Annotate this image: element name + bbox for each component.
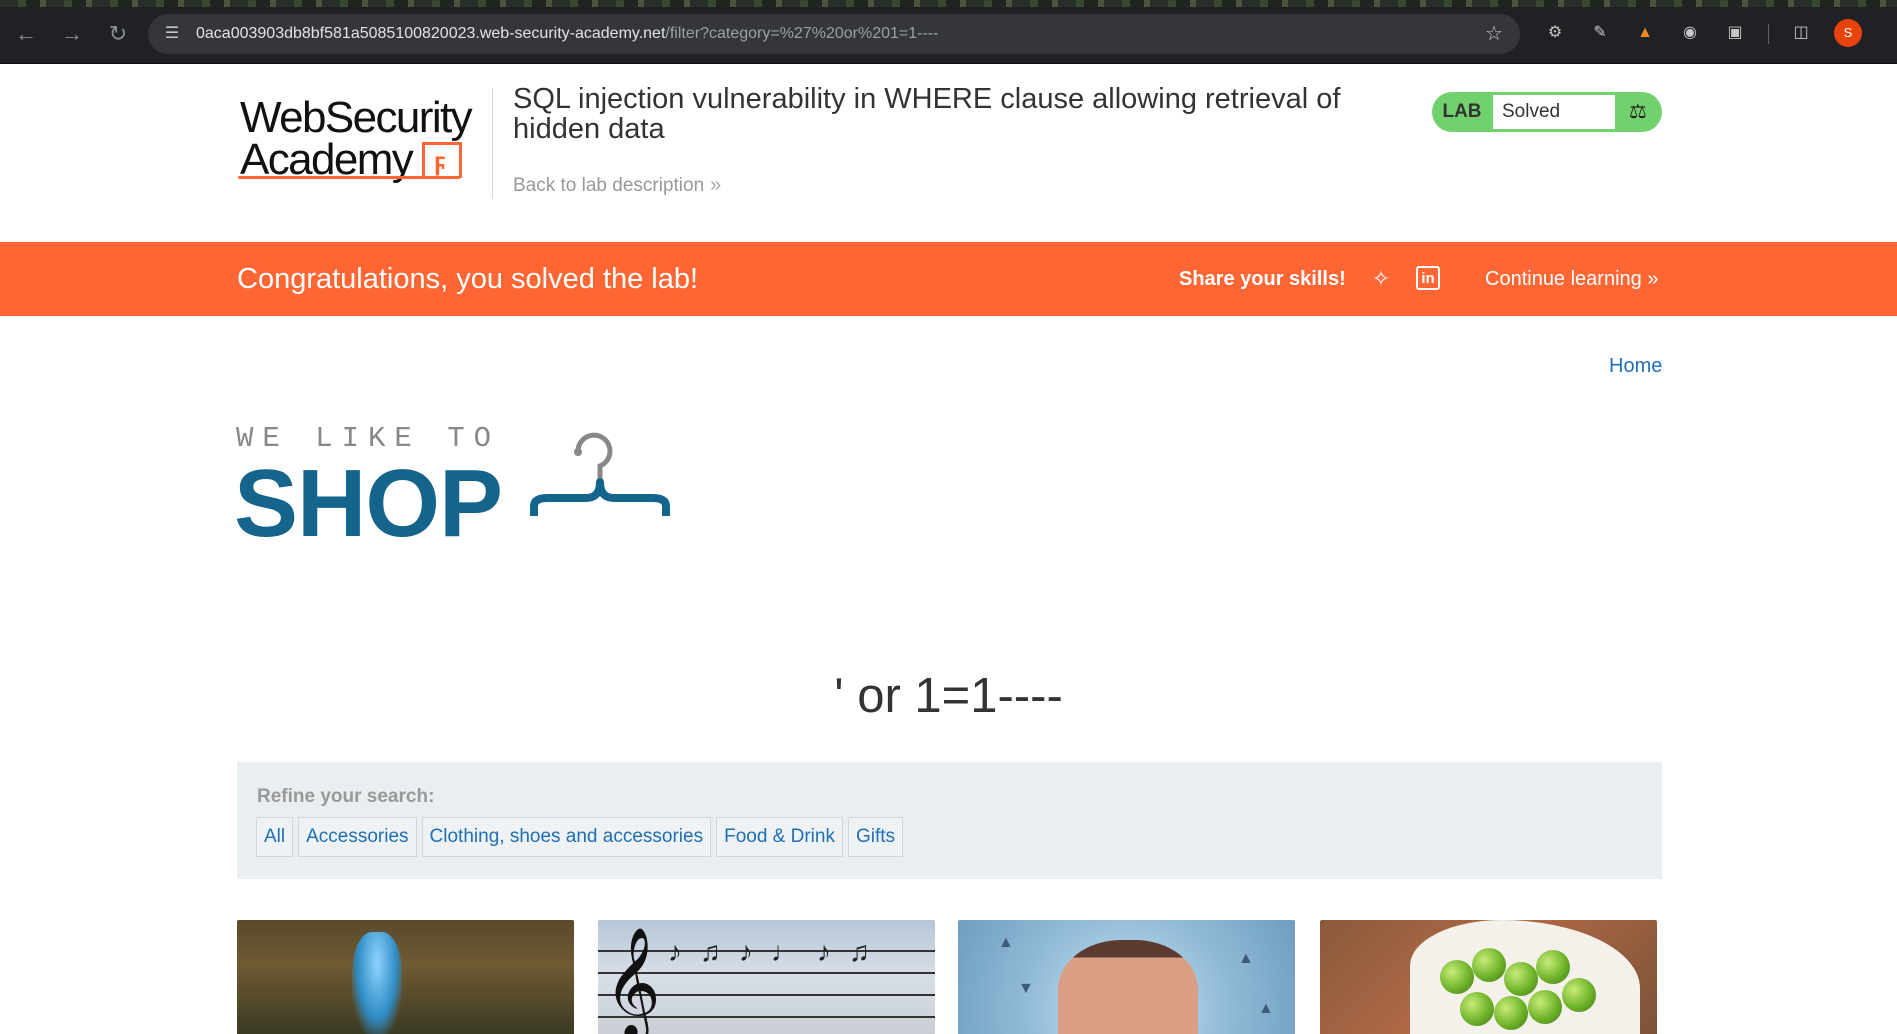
page: WebSecurity Academy ϝ SQL injection vuln…: [0, 64, 1897, 1034]
fox-extension-icon[interactable]: ▲: [1634, 22, 1656, 44]
category-filter-list: All Accessories Clothing, shoes and acce…: [256, 817, 904, 857]
category-filter-food-drink[interactable]: Food & Drink: [716, 817, 843, 857]
url-path: /filter?category=%27%20or%201=1----: [665, 25, 939, 42]
header-divider: [492, 88, 493, 198]
logo-text-line1: WebSecurity: [240, 93, 473, 142]
refine-search-panel: Refine your search: All Accessories Clot…: [237, 762, 1662, 879]
sprout-image: [1528, 990, 1562, 1024]
profile-avatar[interactable]: S: [1834, 19, 1862, 47]
address-bar-url[interactable]: 0aca003903db8bf581a5085100820023.web-sec…: [196, 24, 938, 44]
address-bar[interactable]: ☰ 0aca003903db8bf581a5085100820023.web-s…: [148, 14, 1520, 54]
category-filter-all[interactable]: All: [256, 817, 294, 857]
filter-heading: ' or 1=1----: [834, 669, 1063, 723]
continue-learning-link[interactable]: Continue learning »: [1485, 268, 1658, 291]
category-filter-gifts[interactable]: Gifts: [847, 817, 904, 857]
lightning-bolt-icon: ϝ: [422, 142, 462, 178]
product-image[interactable]: 𝄞 ♪♫♪♩♪♫: [598, 920, 935, 1034]
eyedropper-icon[interactable]: ✎: [1589, 22, 1611, 44]
lab-solved-banner: Congratulations, you solved the lab! Sha…: [0, 242, 1897, 316]
home-link[interactable]: Home: [1609, 355, 1662, 378]
product-grid: 𝄞 ♪♫♪♩♪♫ ▲ ▼ ▲ ▲: [237, 920, 1662, 1034]
bookmark-star-icon[interactable]: ☆: [1482, 22, 1506, 46]
category-filter-clothing[interactable]: Clothing, shoes and accessories: [421, 817, 712, 857]
sprout-image: [1536, 950, 1570, 984]
twitter-icon[interactable]: ✧: [1368, 266, 1394, 292]
shop-logo: WE LIKE TO SHOP: [234, 422, 676, 557]
owl-extension-icon[interactable]: ◉: [1679, 22, 1701, 44]
sprout-image: [1562, 978, 1596, 1012]
side-panel-icon[interactable]: ◫: [1790, 22, 1812, 44]
music-notes-icon: ♪♫♪♩♪♫: [668, 936, 888, 967]
sprout-image: [1494, 996, 1528, 1030]
sprout-image: [1504, 962, 1538, 996]
lab-title: SQL injection vulnerability in WHERE cla…: [513, 83, 1341, 145]
puzzle-extensions-icon[interactable]: ▣: [1724, 22, 1746, 44]
url-host: 0aca003903db8bf581a5085100820023.web-sec…: [196, 25, 666, 42]
sprout-image: [1460, 992, 1494, 1026]
lab-status-tag: LAB: [1442, 101, 1482, 122]
ghost-figure-image: [352, 932, 402, 1034]
site-settings-icon[interactable]: ☰: [162, 24, 182, 44]
refine-search-label: Refine your search:: [257, 786, 435, 807]
browser-toolbar: ← → ↻ ☰ 0aca003903db8bf581a5085100820023…: [0, 0, 1897, 64]
linkedin-icon[interactable]: in: [1416, 266, 1440, 290]
double-chevron-right-icon: »: [710, 174, 722, 196]
continue-learning-label: Continue learning: [1485, 268, 1642, 290]
settings-gear-icon[interactable]: ⚙: [1544, 22, 1566, 44]
web-security-academy-logo[interactable]: WebSecurity Academy ϝ: [238, 90, 490, 188]
toolbar-separator: [1768, 24, 1769, 44]
lab-status-value: Solved: [1493, 95, 1615, 129]
category-filter-accessories[interactable]: Accessories: [298, 817, 417, 857]
share-skills-label: Share your skills!: [1179, 268, 1346, 290]
banner-message: Congratulations, you solved the lab!: [237, 263, 699, 295]
sprout-image: [1440, 960, 1474, 994]
lab-status-badge: LAB Solved ⚖: [1432, 92, 1662, 132]
triangle-shape: ▲: [1238, 950, 1254, 967]
product-image[interactable]: [237, 920, 574, 1034]
back-link-label: Back to lab description: [513, 175, 705, 196]
triangle-shape: ▲: [998, 934, 1014, 951]
logo-underline: [238, 176, 460, 179]
product-image[interactable]: ▲ ▼ ▲ ▲: [958, 920, 1295, 1034]
back-to-lab-description-link[interactable]: Back to lab description»: [513, 174, 721, 197]
triangle-shape: ▲: [1258, 1000, 1274, 1017]
reload-icon[interactable]: ↻: [104, 20, 132, 48]
product-image[interactable]: [1320, 920, 1657, 1034]
back-arrow-icon[interactable]: ←: [12, 20, 40, 48]
treble-clef-icon: 𝄞: [604, 929, 661, 1034]
forward-arrow-icon[interactable]: →: [58, 20, 86, 48]
flask-icon: ⚖: [1629, 101, 1647, 123]
tab-strip: [0, 0, 1897, 7]
hanger-icon: [530, 432, 670, 516]
double-chevron-right-icon: »: [1647, 268, 1659, 290]
shop-logo-word: SHOP: [234, 450, 503, 557]
sprout-image: [1472, 948, 1506, 982]
triangle-shape: ▼: [1018, 980, 1034, 997]
squinting-face-image: [1058, 940, 1198, 1034]
